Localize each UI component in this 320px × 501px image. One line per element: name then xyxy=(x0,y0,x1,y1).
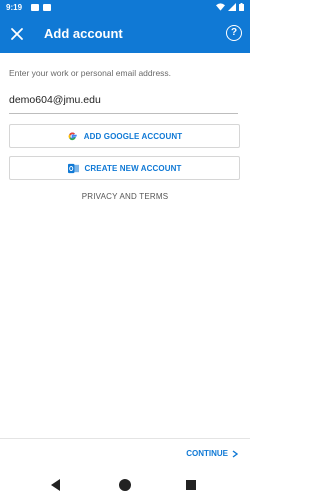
help-icon[interactable]: ? xyxy=(226,25,242,41)
system-nav-bar xyxy=(0,470,250,501)
email-field[interactable] xyxy=(9,91,238,114)
outlook-icon xyxy=(67,163,79,173)
email-instructions: Enter your work or personal email addres… xyxy=(9,68,172,78)
continue-button[interactable]: CONTINUE xyxy=(186,449,238,458)
page-title: Add account xyxy=(44,26,123,41)
create-new-account-label: CREATE NEW ACCOUNT xyxy=(84,163,182,173)
status-system-icons xyxy=(216,3,244,11)
privacy-and-terms-link[interactable]: PRIVACY AND TERMS xyxy=(0,192,250,201)
notification-icon xyxy=(31,4,39,11)
signal-icon xyxy=(228,3,236,11)
screen: 9:19 Add account ? Enter your work or pe… xyxy=(0,0,250,501)
status-notifications xyxy=(31,4,51,11)
footer-divider xyxy=(0,438,250,439)
continue-label: CONTINUE xyxy=(186,449,228,458)
home-icon[interactable] xyxy=(119,479,131,491)
wifi-icon xyxy=(216,3,225,11)
status-time: 9:19 xyxy=(6,3,23,12)
google-icon xyxy=(68,132,77,140)
chevron-right-icon xyxy=(232,449,238,458)
create-new-account-button[interactable]: CREATE NEW ACCOUNT xyxy=(9,156,240,180)
back-icon[interactable] xyxy=(51,479,60,491)
status-bar: 9:19 xyxy=(0,0,250,15)
close-icon[interactable] xyxy=(8,25,26,43)
battery-icon xyxy=(239,3,244,11)
app-bar: Add account ? xyxy=(0,15,250,53)
notification-icon xyxy=(43,4,51,11)
add-google-account-button[interactable]: ADD GOOGLE ACCOUNT xyxy=(9,124,240,148)
add-google-account-label: ADD GOOGLE ACCOUNT xyxy=(83,131,183,141)
recents-icon[interactable] xyxy=(186,480,196,490)
